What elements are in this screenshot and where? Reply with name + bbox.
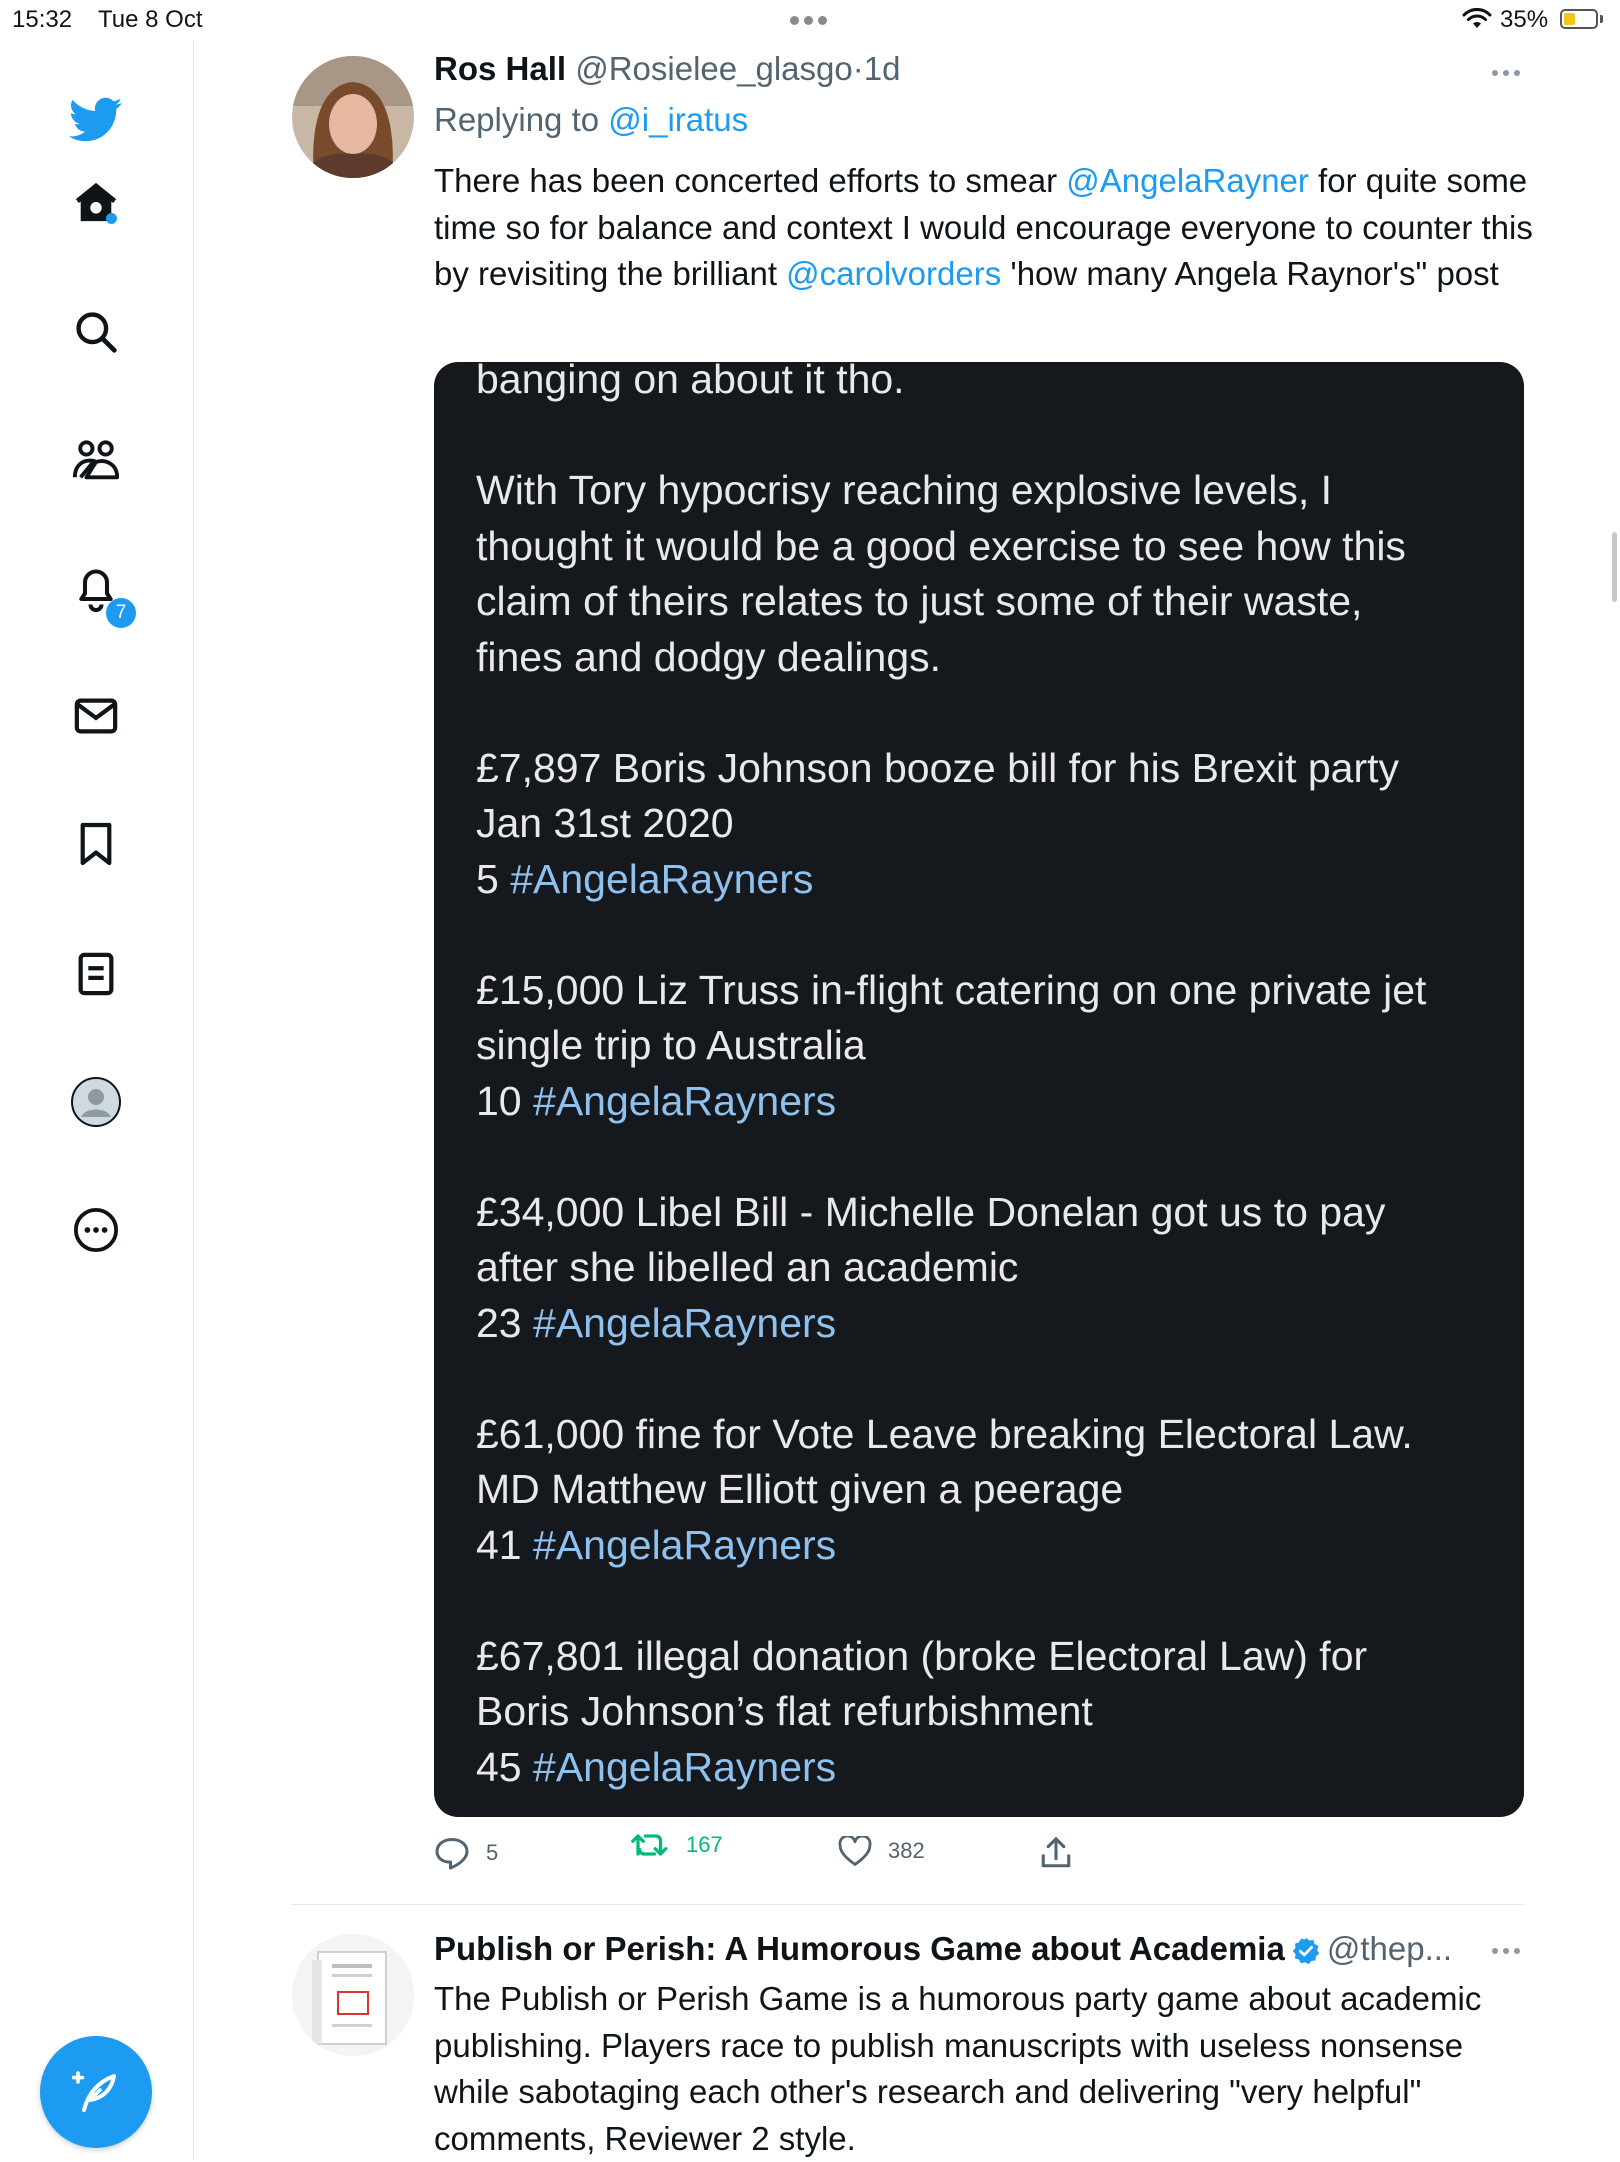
more-options-icon[interactable]	[66, 1200, 126, 1260]
tweet2-more-icon[interactable]	[1492, 1948, 1520, 1954]
item-hashtag: #AngelaRayners	[533, 1743, 837, 1790]
media-item-line: £7,897 Boris Johnson booze bill for his …	[476, 744, 1400, 791]
compose-feather-icon	[72, 2071, 116, 2112]
media-text: banging on about it tho. With Tory hypoc…	[476, 362, 1496, 1795]
media-item-line: £34,000 Libel Bill - Michelle Donelan go…	[476, 1188, 1386, 1235]
heart-icon	[838, 1836, 872, 1866]
tweet-divider	[290, 1904, 1524, 1905]
media-item-line: after she libelled an academic	[476, 1244, 1019, 1290]
tweet-text-part: 'how many Angela Raynor's" post	[1001, 255, 1499, 292]
search-icon[interactable]	[66, 302, 126, 362]
reply-count: 5	[486, 1840, 499, 1865]
media-line: With Tory hypocrisy reaching explosive l…	[476, 467, 1333, 513]
tweet-author-avatar[interactable]	[292, 56, 414, 178]
media-item-count: 23 #AngelaRayners	[476, 1296, 1496, 1352]
retweet-count: 167	[686, 1832, 723, 1857]
item-hashtag: #AngelaRayners	[533, 1521, 837, 1568]
messages-icon[interactable]	[66, 686, 126, 746]
media-item-count: 10 #AngelaRayners	[476, 1074, 1496, 1130]
replying-to-line: Replying to @i_iratus	[434, 101, 748, 139]
tweet-actions: 5 167 382	[434, 1832, 1534, 1876]
tweet-time[interactable]: 1d	[864, 50, 901, 87]
media-item-line: MD Matthew Elliott given a peerage	[476, 1466, 1124, 1512]
media-item-line: single trip to Australia	[476, 1022, 866, 1068]
item-number: 5	[476, 855, 499, 902]
status-date: Tue 8 Oct	[98, 6, 203, 33]
share-button[interactable]	[1040, 1836, 1072, 1870]
home-icon[interactable]	[66, 173, 126, 233]
multitasking-dots-icon[interactable]	[790, 16, 827, 25]
tweet2-header: Publish or Perish: A Humorous Game about…	[434, 1930, 1452, 1968]
author-handle[interactable]: @Rosielee_glasgo	[575, 50, 853, 87]
tweet2-author-name[interactable]: Publish or Perish: A Humorous Game about…	[434, 1930, 1285, 1967]
sidebar: 7	[0, 40, 194, 2160]
status-time: 15:32	[12, 6, 73, 33]
item-number: 10	[476, 1077, 522, 1124]
tweet2-author-handle[interactable]: @thep...	[1327, 1930, 1452, 1967]
retweet-button[interactable]: 167	[630, 1830, 723, 1860]
reply-icon	[435, 1838, 469, 1870]
media-line: thought it would be a good exercise to s…	[476, 522, 1406, 569]
battery-nub	[1600, 15, 1603, 23]
item-hashtag: #AngelaRayners	[533, 1299, 837, 1346]
mention-link[interactable]: @carolvorders	[786, 255, 1001, 292]
media-item-count: 45 #AngelaRayners	[476, 1740, 1496, 1796]
battery-icon	[1560, 9, 1598, 29]
compose-tweet-button[interactable]	[40, 2036, 152, 2148]
media-item-line: Jan 31st 2020	[476, 800, 734, 846]
twitter-logo-icon[interactable]	[66, 90, 126, 150]
lists-icon[interactable]	[66, 944, 126, 1004]
replying-to-mention[interactable]: @i_iratus	[608, 101, 748, 138]
profile-avatar-icon[interactable]	[66, 1072, 126, 1132]
communities-icon[interactable]	[66, 430, 126, 490]
tweet-header: Ros Hall @Rosielee_glasgo·1d	[434, 50, 900, 88]
tweet2-author-avatar[interactable]	[292, 1934, 414, 2056]
tweet-more-icon[interactable]	[1492, 70, 1520, 76]
item-hashtag: #AngelaRayners	[533, 1077, 837, 1124]
wifi-icon	[1462, 8, 1492, 28]
share-icon	[1041, 1837, 1071, 1868]
battery-percent: 35%	[1500, 6, 1549, 33]
bookmarks-icon[interactable]	[66, 814, 126, 874]
mention-link[interactable]: @AngelaRayner	[1066, 162, 1309, 199]
media-item-count: 41 #AngelaRayners	[476, 1518, 1496, 1574]
tweet-media-image[interactable]: banging on about it tho. With Tory hypoc…	[434, 362, 1524, 1817]
media-item-line: £67,801 illegal donation (broke Electora…	[476, 1632, 1368, 1679]
tweet-text: There has been concerted efforts to smea…	[434, 158, 1534, 298]
verified-badge-icon	[1292, 1938, 1319, 1965]
tweet2-text: The Publish or Perish Game is a humorous…	[434, 1980, 1482, 2157]
media-line: fines and dodgy dealings.	[476, 633, 942, 680]
media-line: banging on about it tho.	[476, 362, 905, 402]
media-line: claim of theirs relates to just some of …	[476, 578, 1363, 624]
item-number: 23	[476, 1299, 522, 1346]
header-separator: ·	[852, 50, 864, 87]
author-name[interactable]: Ros Hall	[434, 50, 566, 87]
retweet-icon	[631, 1834, 668, 1856]
reply-button[interactable]: 5	[434, 1836, 498, 1870]
notifications-badge: 7	[106, 598, 136, 628]
scrollbar-thumb[interactable]	[1612, 532, 1617, 602]
home-new-dot	[106, 213, 117, 224]
like-count: 382	[888, 1838, 925, 1863]
like-button[interactable]: 382	[838, 1836, 925, 1866]
media-item-line: £15,000 Liz Truss in-flight catering on …	[476, 966, 1427, 1013]
item-hashtag: #AngelaRayners	[510, 855, 814, 902]
tweet-text-part: There has been concerted efforts to smea…	[434, 162, 1067, 199]
media-item-line: £61,000 fine for Vote Leave breaking Ele…	[476, 1410, 1413, 1457]
replying-to-label: Replying to	[434, 101, 600, 138]
media-item-line: Boris Johnson’s flat refurbishment	[476, 1688, 1093, 1734]
item-number: 45	[476, 1743, 522, 1790]
media-item-count: 5 #AngelaRayners	[476, 852, 1496, 908]
item-number: 41	[476, 1521, 522, 1568]
status-bar: 15:32 Tue 8 Oct 35%	[0, 0, 1620, 40]
